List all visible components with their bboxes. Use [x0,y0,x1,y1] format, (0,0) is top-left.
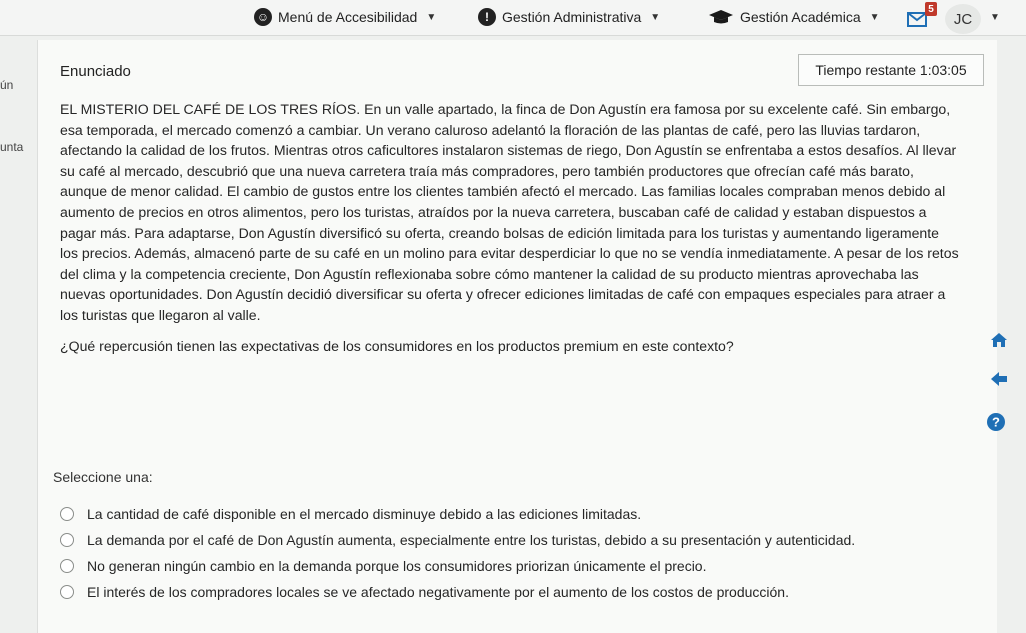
academic-menu[interactable]: Gestión Académica ▼ [708,4,880,30]
select-one-label: Seleccione una: [53,469,153,485]
answer-option[interactable]: La cantidad de café disponible en el mer… [60,502,980,526]
answer-option-text: La demanda por el café de Don Agustín au… [87,532,856,548]
notification-badge: 5 [925,2,937,16]
radio-button[interactable] [60,585,74,599]
sidebar-fragment-1[interactable]: ún [0,78,13,92]
help-icon[interactable]: ? [984,410,1008,434]
timer-box: Tiempo restante 1:03:05 [798,54,984,86]
radio-button[interactable] [60,507,74,521]
question-passage: EL MISTERIO DEL CAFÉ DE LOS TRES RÍOS. E… [60,99,960,356]
answer-options: La cantidad de café disponible en el mer… [60,502,980,606]
answer-option-text: La cantidad de café disponible en el mer… [87,506,642,522]
chevron-down-icon: ▼ [650,11,661,23]
sidebar-fragment-2[interactable]: unta [0,140,23,154]
graduation-cap-icon [708,9,734,25]
accessibility-menu-label: Menú de Accesibilidad [278,9,418,25]
answer-option[interactable]: La demanda por el café de Don Agustín au… [60,528,980,552]
chevron-down-icon: ▼ [869,11,880,23]
answer-option[interactable]: No generan ningún cambio en la demanda p… [60,554,980,578]
home-icon[interactable] [987,328,1011,352]
alert-icon: ! [478,8,496,26]
passage-paragraph: EL MISTERIO DEL CAFÉ DE LOS TRES RÍOS. E… [60,101,959,323]
user-avatar[interactable]: JC [945,4,981,34]
radio-button[interactable] [60,533,74,547]
admin-menu-label: Gestión Administrativa [502,9,642,25]
arrow-left-icon[interactable] [987,367,1011,391]
top-navigation-bar: ☺ Menú de Accesibilidad ▼ ! Gestión Admi… [0,0,1026,36]
radio-button[interactable] [60,559,74,573]
answer-option-text: El interés de los compradores locales se… [87,584,789,600]
accessibility-menu[interactable]: ☺ Menú de Accesibilidad ▼ [254,4,436,30]
chevron-down-icon: ▼ [426,11,437,23]
timer-value: 1:03:05 [919,62,967,78]
user-menu-chevron-icon[interactable]: ▼ [990,12,1000,23]
question-heading: Enunciado [60,63,131,80]
svg-text:?: ? [992,415,1000,430]
timer-label: Tiempo restante [815,62,917,78]
admin-menu[interactable]: ! Gestión Administrativa ▼ [478,4,660,30]
academic-menu-label: Gestión Académica [740,9,861,25]
answer-option[interactable]: El interés de los compradores locales se… [60,580,980,604]
question-prompt: ¿Qué repercusión tienen las expectativas… [60,337,734,354]
accessibility-icon: ☺ [254,8,272,26]
answer-option-text: No generan ningún cambio en la demanda p… [87,558,707,574]
